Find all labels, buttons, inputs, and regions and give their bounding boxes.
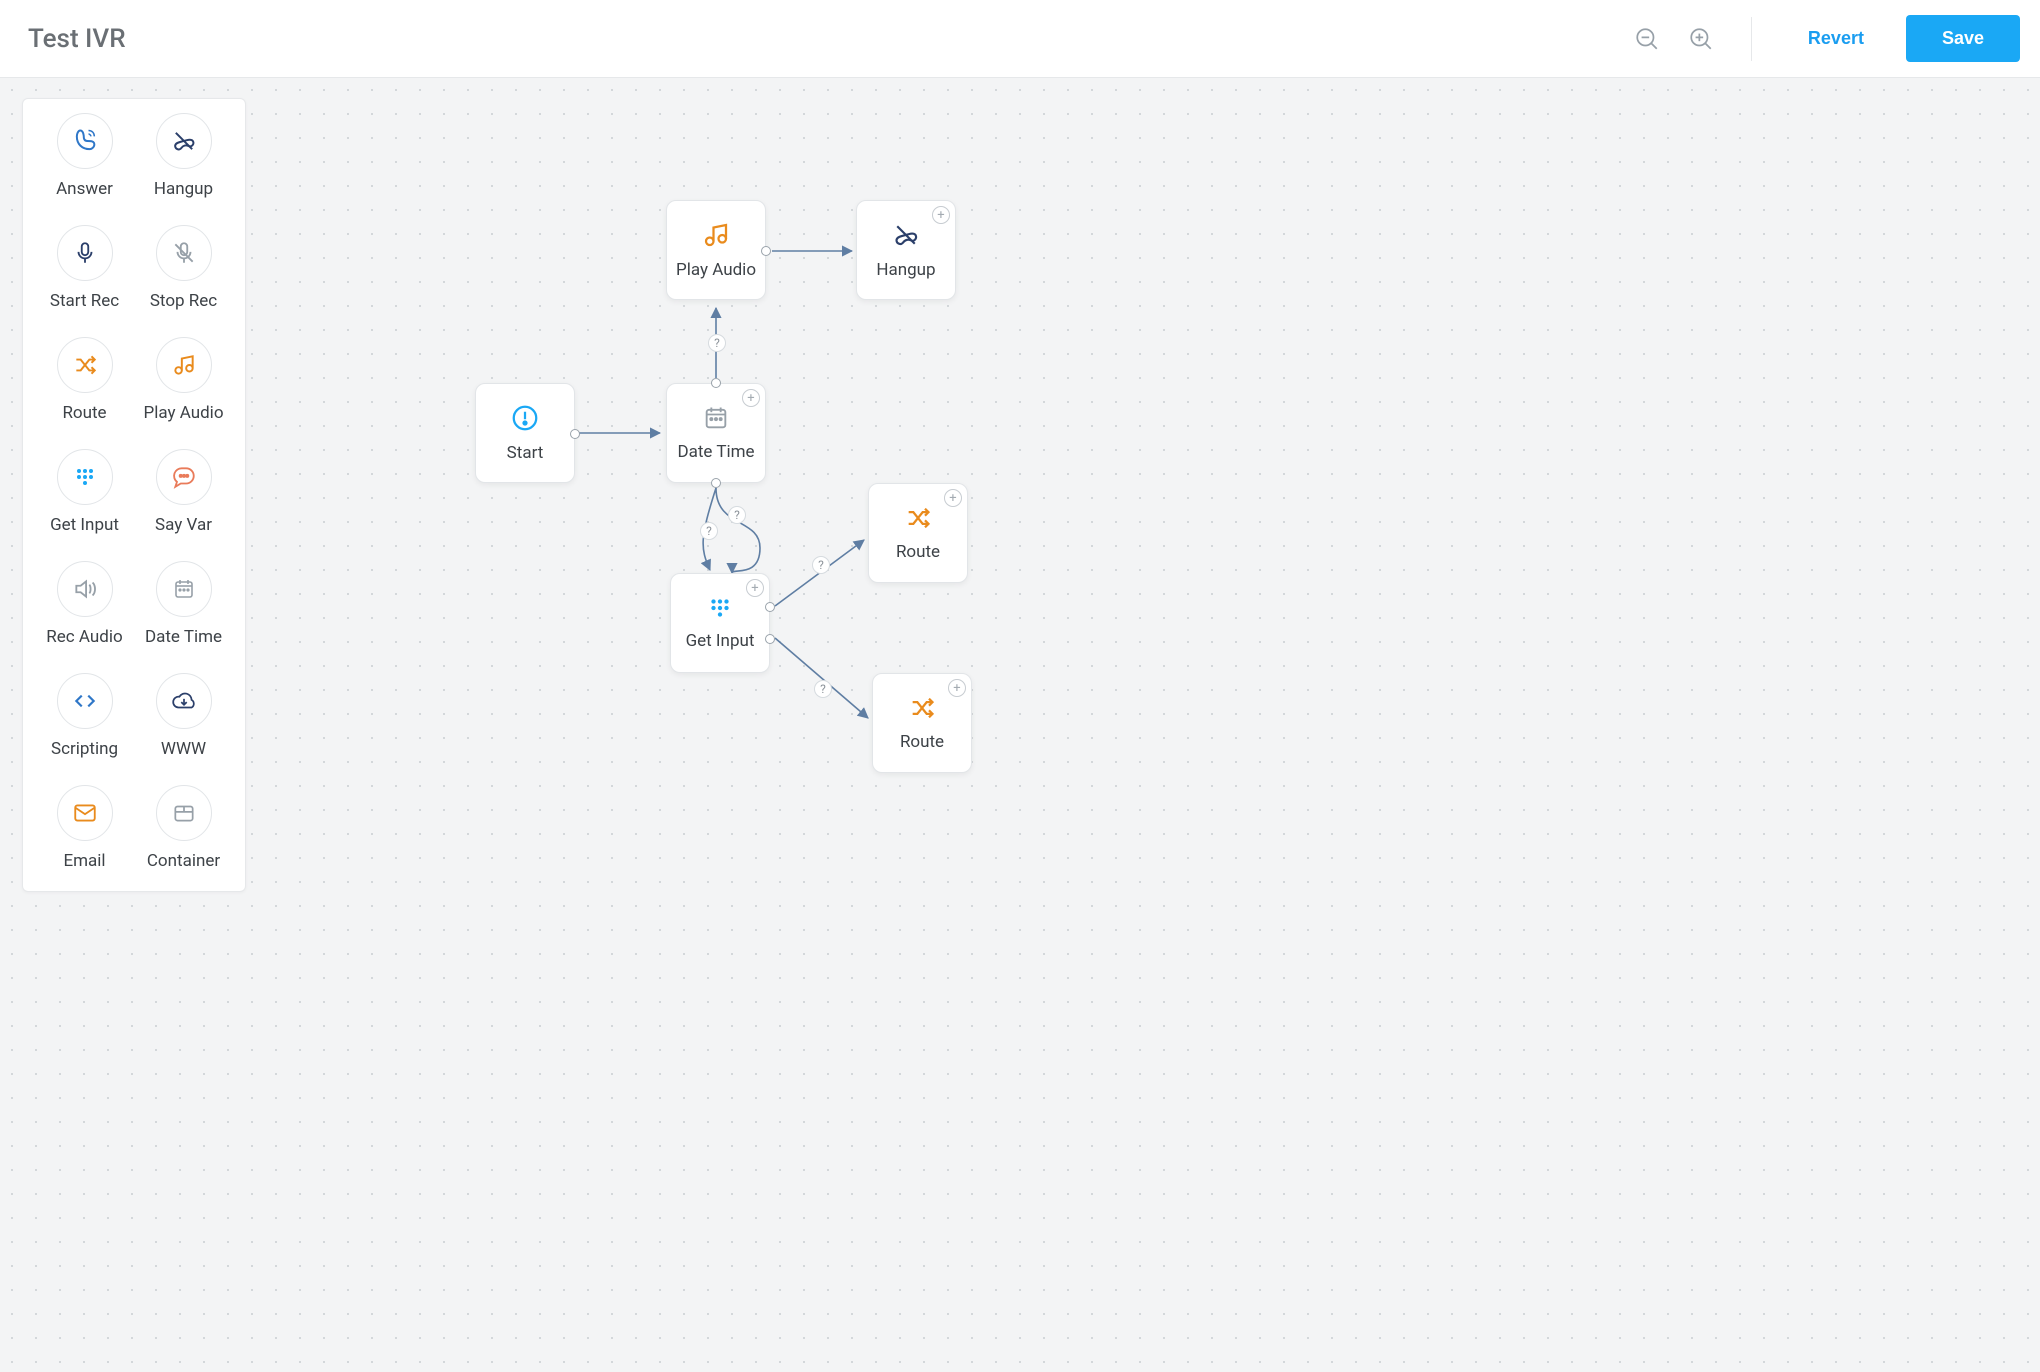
flow-node-get-input[interactable]: + Get Input (670, 573, 770, 673)
edges-layer (0, 78, 2040, 1372)
music-note-icon (701, 220, 731, 250)
palette-item-label: Date Time (145, 627, 222, 647)
keypad-icon (707, 595, 733, 621)
palette-item-label: Say Var (155, 515, 212, 535)
speech-bubble-icon (156, 449, 212, 505)
palette-item-get-input[interactable]: Get Input (35, 449, 134, 535)
edge-label: ? (814, 680, 832, 698)
node-add-button[interactable]: + (932, 206, 950, 224)
palette-item-answer[interactable]: Answer (35, 113, 134, 199)
revert-button[interactable]: Revert (1784, 16, 1888, 61)
palette-item-www[interactable]: WWW (134, 673, 233, 759)
palette-item-label: Play Audio (143, 403, 223, 423)
node-label: Get Input (686, 631, 755, 651)
palette-item-label: WWW (161, 739, 206, 759)
flow-node-route[interactable]: + Route (872, 673, 972, 773)
envelope-icon (57, 785, 113, 841)
speaker-icon (57, 561, 113, 617)
palette-item-label: Stop Rec (150, 291, 217, 311)
node-port[interactable] (711, 378, 721, 388)
palette-item-label: Container (147, 851, 220, 871)
palette-item-scripting[interactable]: Scripting (35, 673, 134, 759)
topbar-separator (1751, 17, 1752, 61)
palette-item-label: Scripting (51, 739, 118, 759)
calendar-icon (156, 561, 212, 617)
zoom-out-button[interactable] (1629, 21, 1665, 57)
flow-node-start[interactable]: Start (475, 383, 575, 483)
node-port[interactable] (761, 246, 771, 256)
node-port[interactable] (570, 429, 580, 439)
keypad-icon (57, 449, 113, 505)
palette-item-label: Start Rec (50, 291, 119, 311)
node-label: Hangup (876, 260, 935, 280)
palette-item-label: Answer (56, 179, 113, 199)
flow-node-date-time[interactable]: + Date Time (666, 383, 766, 483)
palette-item-route[interactable]: Route (35, 337, 134, 423)
save-button[interactable]: Save (1906, 15, 2020, 62)
microphone-icon (57, 225, 113, 281)
node-add-button[interactable]: + (944, 489, 962, 507)
node-label: Start (507, 443, 544, 463)
phone-hangup-icon (156, 113, 212, 169)
palette-item-rec-audio[interactable]: Rec Audio (35, 561, 134, 647)
zoom-in-icon (1688, 26, 1714, 52)
node-add-button[interactable]: + (746, 579, 764, 597)
topbar: Test IVR Revert Save (0, 0, 2040, 78)
phone-incoming-icon (57, 113, 113, 169)
edge-label: ? (728, 506, 746, 524)
zoom-out-icon (1634, 26, 1660, 52)
palette-item-start-rec[interactable]: Start Rec (35, 225, 134, 311)
edge-label: ? (700, 522, 718, 540)
calendar-icon (702, 404, 730, 432)
canvas[interactable]: Answer Hangup Start Rec (0, 78, 2040, 1372)
node-label: Date Time (677, 442, 754, 462)
palette-item-email[interactable]: Email (35, 785, 134, 871)
flow-node-hangup[interactable]: + Hangup (856, 200, 956, 300)
palette-item-label: Get Input (50, 515, 119, 535)
node-add-button[interactable]: + (742, 389, 760, 407)
edge-label: ? (812, 556, 830, 574)
zoom-in-button[interactable] (1683, 21, 1719, 57)
palette-item-date-time[interactable]: Date Time (134, 561, 233, 647)
microphone-off-icon (156, 225, 212, 281)
start-icon (510, 403, 540, 433)
node-palette: Answer Hangup Start Rec (22, 98, 246, 892)
palette-item-container[interactable]: Container (134, 785, 233, 871)
code-icon (57, 673, 113, 729)
shuffle-icon (908, 694, 936, 722)
node-label: Route (896, 542, 940, 562)
palette-item-label: Rec Audio (46, 627, 122, 647)
node-label: Play Audio (676, 260, 756, 280)
package-icon (156, 785, 212, 841)
shuffle-icon (904, 504, 932, 532)
palette-item-label: Hangup (154, 179, 213, 199)
palette-item-stop-rec[interactable]: Stop Rec (134, 225, 233, 311)
node-add-button[interactable]: + (948, 679, 966, 697)
edge-label: ? (708, 334, 726, 352)
node-port[interactable] (765, 634, 775, 644)
shuffle-icon (57, 337, 113, 393)
flow-title: Test IVR (28, 24, 126, 54)
palette-item-label: Email (63, 851, 105, 871)
palette-item-say-var[interactable]: Say Var (134, 449, 233, 535)
palette-item-label: Route (62, 403, 106, 423)
node-port[interactable] (711, 478, 721, 488)
cloud-download-icon (156, 673, 212, 729)
phone-hangup-icon (891, 220, 921, 250)
flow-node-play-audio[interactable]: Play Audio (666, 200, 766, 300)
node-label: Route (900, 732, 944, 752)
palette-item-play-audio[interactable]: Play Audio (134, 337, 233, 423)
flow-node-route[interactable]: + Route (868, 483, 968, 583)
topbar-actions: Revert Save (1629, 15, 2020, 62)
palette-item-hangup[interactable]: Hangup (134, 113, 233, 199)
music-note-icon (156, 337, 212, 393)
node-port[interactable] (765, 602, 775, 612)
